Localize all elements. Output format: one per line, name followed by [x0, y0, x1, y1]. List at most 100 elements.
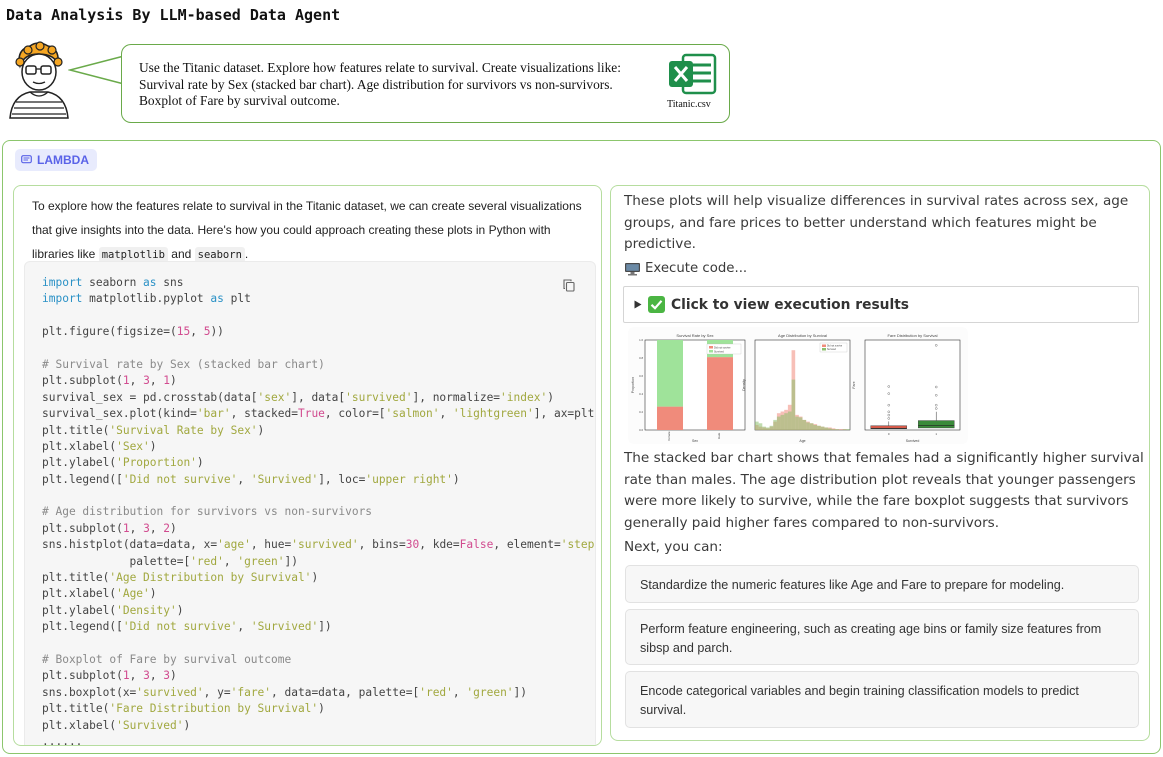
summary-paragraph: These plots will help visualize differen… — [624, 193, 1129, 253]
code-token: 'upper right' — [365, 472, 453, 486]
code-token: plt.figure(figsize=( — [42, 325, 177, 339]
histogram-bar — [791, 379, 796, 430]
chat-icon — [21, 155, 32, 164]
code-token: plt — [223, 292, 251, 306]
code-token: import — [42, 276, 83, 289]
legend-label: Survived — [714, 350, 724, 353]
agent-badge-label: LAMBDA — [37, 153, 89, 167]
code-token: # Age distribution for survivors vs non-… — [42, 505, 373, 519]
code-token: plt.legend([ — [42, 472, 123, 486]
code-token: 'Survived' — [250, 472, 319, 486]
code-line: plt.title('Fare Distribution by Survival… — [42, 701, 595, 717]
code-token: as — [210, 292, 224, 306]
histogram-bar — [828, 428, 832, 430]
code-token: , hue= — [250, 538, 292, 552]
code-token: ) — [196, 456, 204, 470]
histogram-bar — [780, 414, 785, 430]
code-line: ...... — [42, 734, 595, 746]
code-token: matplotlib.pyplot — [82, 292, 211, 306]
code-token: 'survived' — [136, 685, 204, 699]
code-line: plt.subplot(1, 3, 1) — [42, 373, 595, 389]
code-token: seaborn — [82, 276, 144, 289]
tick-label: 0.2 — [639, 410, 643, 414]
tick-label: 0 — [888, 432, 890, 436]
code-token: 15 — [176, 325, 191, 339]
legend-swatch — [822, 344, 826, 347]
code-token: plt.title( — [42, 702, 110, 716]
histogram-bar — [787, 411, 792, 430]
code-line: sns.histplot(data=data, x='age', hue='su… — [42, 537, 595, 553]
histogram-bar — [765, 427, 770, 430]
code-line: survival_sex.plot(kind='bar', stacked=Tr… — [42, 406, 596, 422]
next-steps-label: Next, you can: — [624, 539, 723, 555]
histogram-bar — [806, 422, 810, 430]
code-token: 3 — [143, 669, 150, 683]
code-token: , — [129, 521, 144, 535]
code-token: ) — [452, 472, 460, 486]
code-token: , — [237, 472, 251, 486]
code-token: ], data[ — [291, 390, 346, 404]
code-token: 'Survived' — [116, 718, 184, 732]
code-token: sns.boxplot(x= — [42, 685, 137, 699]
code-token: as — [143, 276, 157, 289]
code-line: import matplotlib.pyplot as plt — [42, 291, 595, 307]
code-token: 'Survival Rate by Sex' — [109, 423, 258, 437]
tick-label: 0.8 — [639, 356, 643, 360]
code-line: import seaborn as sns — [42, 275, 595, 291]
code-token: ) — [311, 571, 319, 585]
suggestion-card[interactable]: Encode categorical variables and begin t… — [625, 671, 1139, 728]
histogram-bar — [813, 424, 818, 430]
histogram-bar — [831, 429, 836, 430]
code-token: ], normalize= — [412, 390, 501, 404]
histogram-bar — [798, 417, 803, 430]
code-token: 'red' — [419, 685, 453, 699]
code-token: 'index' — [500, 390, 548, 404]
tick-label: 1.0 — [639, 338, 643, 342]
excel-file-icon[interactable] — [667, 53, 717, 95]
code-line: # Survival rate by Sex (stacked bar char… — [42, 357, 595, 373]
code-token: ) — [547, 390, 554, 404]
code-token: , — [439, 407, 453, 421]
code-token: ...... — [42, 734, 83, 746]
bar — [657, 406, 683, 430]
histogram-bar — [820, 426, 825, 430]
chart-title: Age Distribution by Survival — [778, 333, 827, 338]
execution-results-toggle[interactable]: Click to view execution results — [623, 286, 1139, 323]
histogram-bar — [802, 419, 807, 430]
histogram-bar — [784, 413, 788, 430]
code-token: plt.title( — [42, 423, 110, 437]
prompt-text: Use the Titanic dataset. Explore how fea… — [139, 60, 621, 108]
suggestion-card[interactable]: Standardize the numeric features like Ag… — [625, 565, 1139, 603]
code-token: 'sex' — [257, 390, 292, 404]
tick-label: 0.6 — [639, 374, 643, 378]
code-token: plt.legend([ — [42, 620, 123, 634]
code-token: plt.xlabel( — [42, 718, 117, 732]
legend-label: Did not survive — [827, 345, 843, 348]
code-token: , color=[ — [324, 407, 386, 421]
code-line: sns.boxplot(x='survived', y='fare', data… — [42, 685, 595, 701]
code-token: 'Density' — [116, 603, 177, 617]
histogram-bar — [773, 419, 777, 430]
code-token: )) — [210, 325, 224, 339]
code-token: sns.histplot(data=data, x= — [42, 538, 218, 552]
histogram-bar — [846, 429, 850, 430]
code-token: 'survived' — [291, 538, 359, 552]
intro-paragraph: To explore how the features relate to su… — [32, 194, 592, 267]
code-token: plt.ylabel( — [42, 603, 117, 617]
code-token: sns — [156, 276, 184, 289]
code-block: import seaborn as sns import matplotlib.p… — [24, 261, 596, 746]
code-token: ) — [149, 439, 157, 453]
results-panel: These plots will help visualize differen… — [610, 185, 1150, 741]
code-line: survival_sex = pd.crosstab(data['sex'], … — [42, 390, 595, 406]
user-prompt-bubble: Use the Titanic dataset. Explore how fea… — [121, 44, 730, 123]
axis-label: Proportion — [631, 377, 635, 393]
code-token: ], ax=plt. — [533, 407, 596, 421]
suggestion-card[interactable]: Perform feature engineering, such as cre… — [625, 609, 1139, 665]
legend-swatch — [822, 348, 826, 351]
histogram-bar — [769, 425, 774, 430]
code-token: , — [149, 669, 164, 683]
tick-label: 1 — [935, 432, 937, 436]
code-line: plt.legend(['Did not survive', 'Survived… — [42, 472, 595, 488]
code-token: , stacked= — [230, 407, 298, 421]
